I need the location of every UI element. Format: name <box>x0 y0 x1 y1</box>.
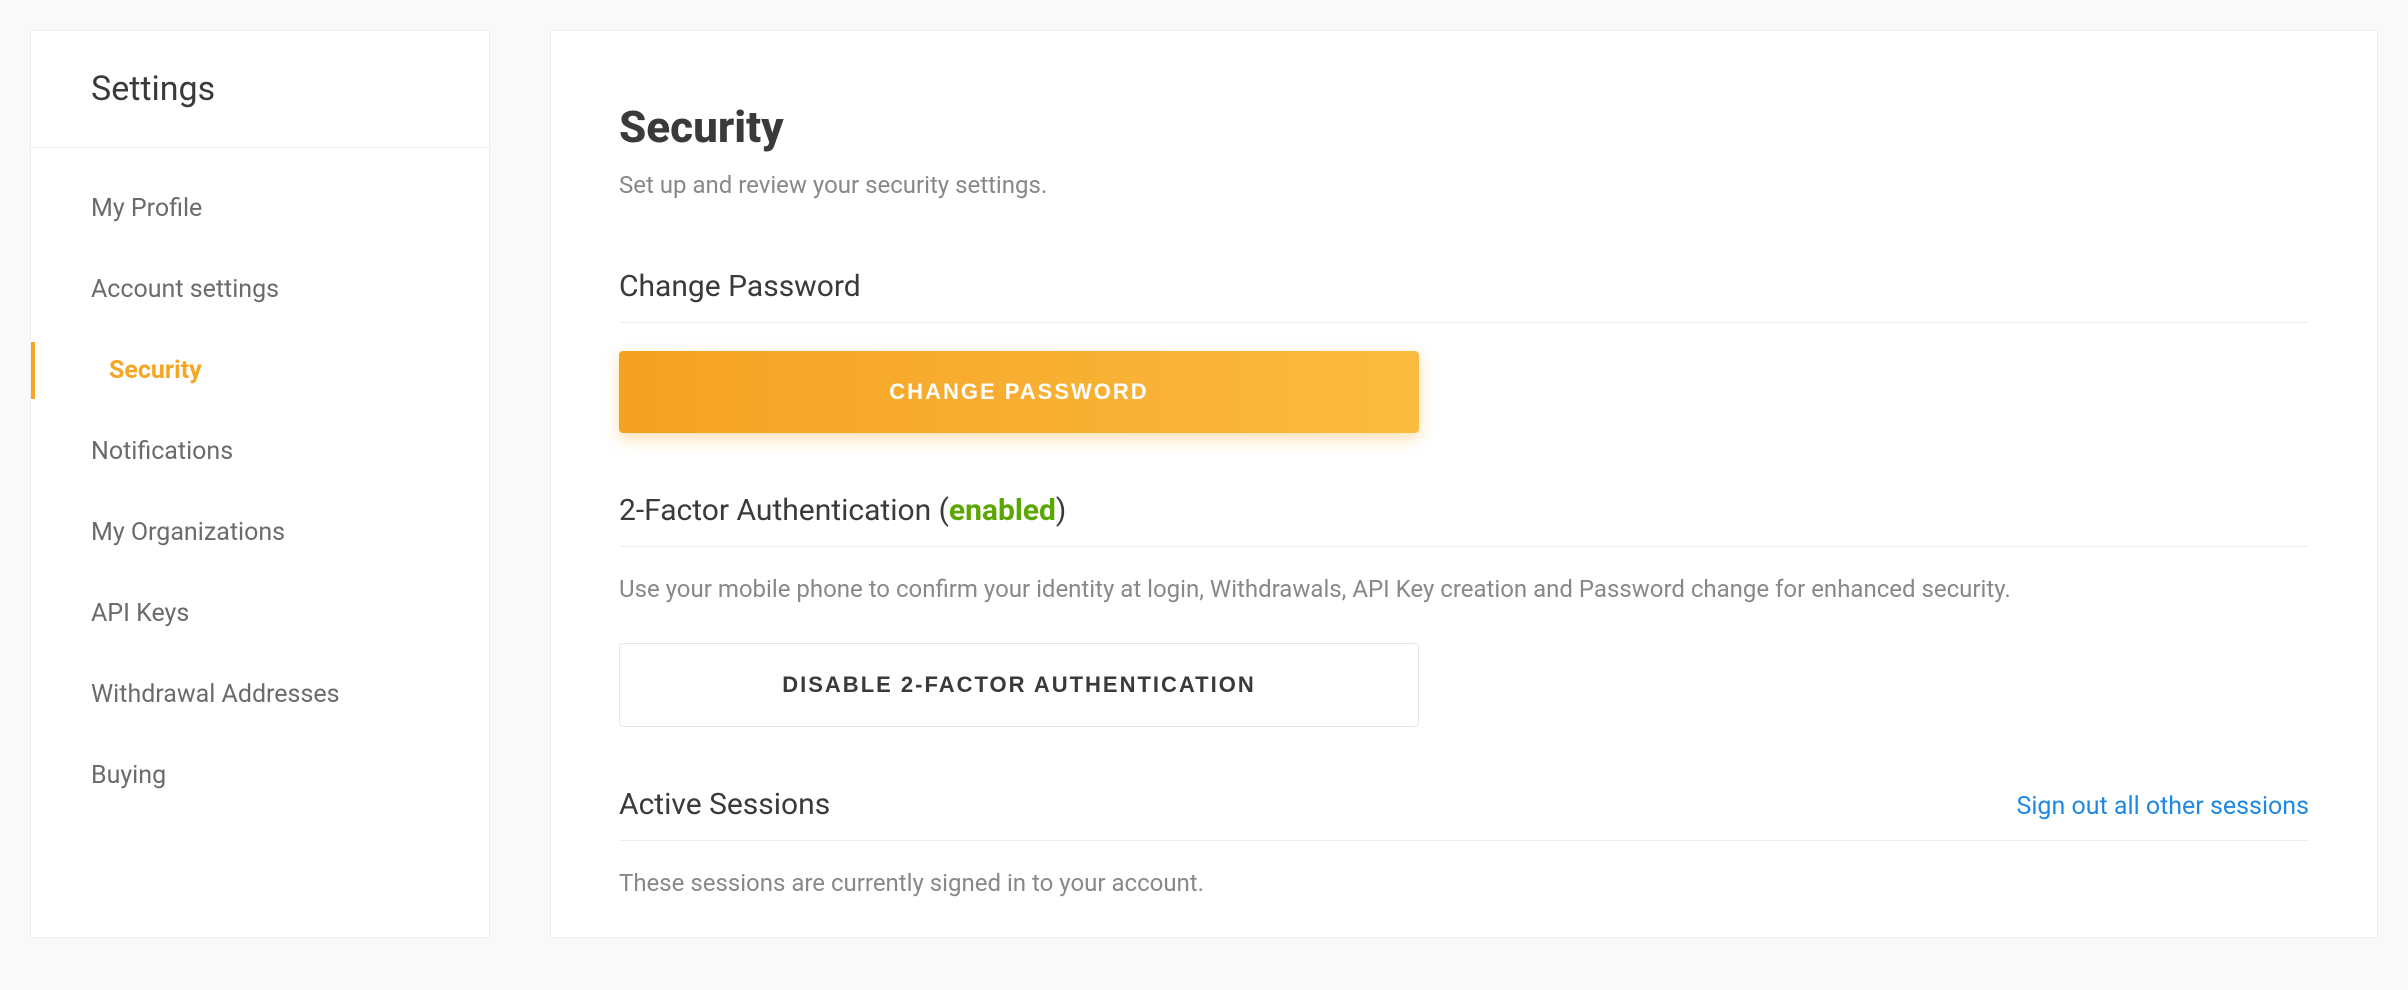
sidebar-nav: My Profile Account settings Security Not… <box>31 148 489 836</box>
change-password-title: Change Password <box>619 269 861 304</box>
sign-out-other-sessions-link[interactable]: Sign out all other sessions <box>2017 792 2310 821</box>
sidebar-item-account-settings[interactable]: Account settings <box>31 249 489 330</box>
main-content: Security Set up and review your security… <box>550 30 2378 938</box>
settings-sidebar: Settings My Profile Account settings Sec… <box>30 30 490 938</box>
active-sessions-header: Active Sessions Sign out all other sessi… <box>619 787 2309 841</box>
sidebar-title: Settings <box>91 69 429 109</box>
disable-twofa-button[interactable]: DISABLE 2-FACTOR AUTHENTICATION <box>619 643 1419 727</box>
twofa-description: Use your mobile phone to confirm your id… <box>619 575 2309 603</box>
sidebar-item-api-keys[interactable]: API Keys <box>31 573 489 654</box>
twofa-section: 2-Factor Authentication (enabled) Use yo… <box>619 493 2309 727</box>
twofa-header: 2-Factor Authentication (enabled) <box>619 493 2309 547</box>
change-password-button[interactable]: CHANGE PASSWORD <box>619 351 1419 433</box>
twofa-title-prefix: 2-Factor Authentication ( <box>619 493 949 528</box>
sidebar-item-my-organizations[interactable]: My Organizations <box>31 492 489 573</box>
twofa-title: 2-Factor Authentication (enabled) <box>619 493 1066 528</box>
sidebar-item-security[interactable]: Security <box>31 330 489 411</box>
sidebar-item-buying[interactable]: Buying <box>31 735 489 816</box>
page-title: Security <box>619 101 2309 153</box>
twofa-title-suffix: ) <box>1056 493 1066 528</box>
sidebar-header: Settings <box>31 31 489 148</box>
sidebar-item-notifications[interactable]: Notifications <box>31 411 489 492</box>
change-password-section: Change Password CHANGE PASSWORD <box>619 269 2309 433</box>
active-sessions-title: Active Sessions <box>619 787 830 822</box>
sidebar-item-withdrawal-addresses[interactable]: Withdrawal Addresses <box>31 654 489 735</box>
page-subtitle: Set up and review your security settings… <box>619 171 2309 199</box>
twofa-status-badge: enabled <box>949 493 1056 528</box>
active-sessions-section: Active Sessions Sign out all other sessi… <box>619 787 2309 897</box>
active-sessions-description: These sessions are currently signed in t… <box>619 869 2309 897</box>
sidebar-item-my-profile[interactable]: My Profile <box>31 168 489 249</box>
change-password-header: Change Password <box>619 269 2309 323</box>
